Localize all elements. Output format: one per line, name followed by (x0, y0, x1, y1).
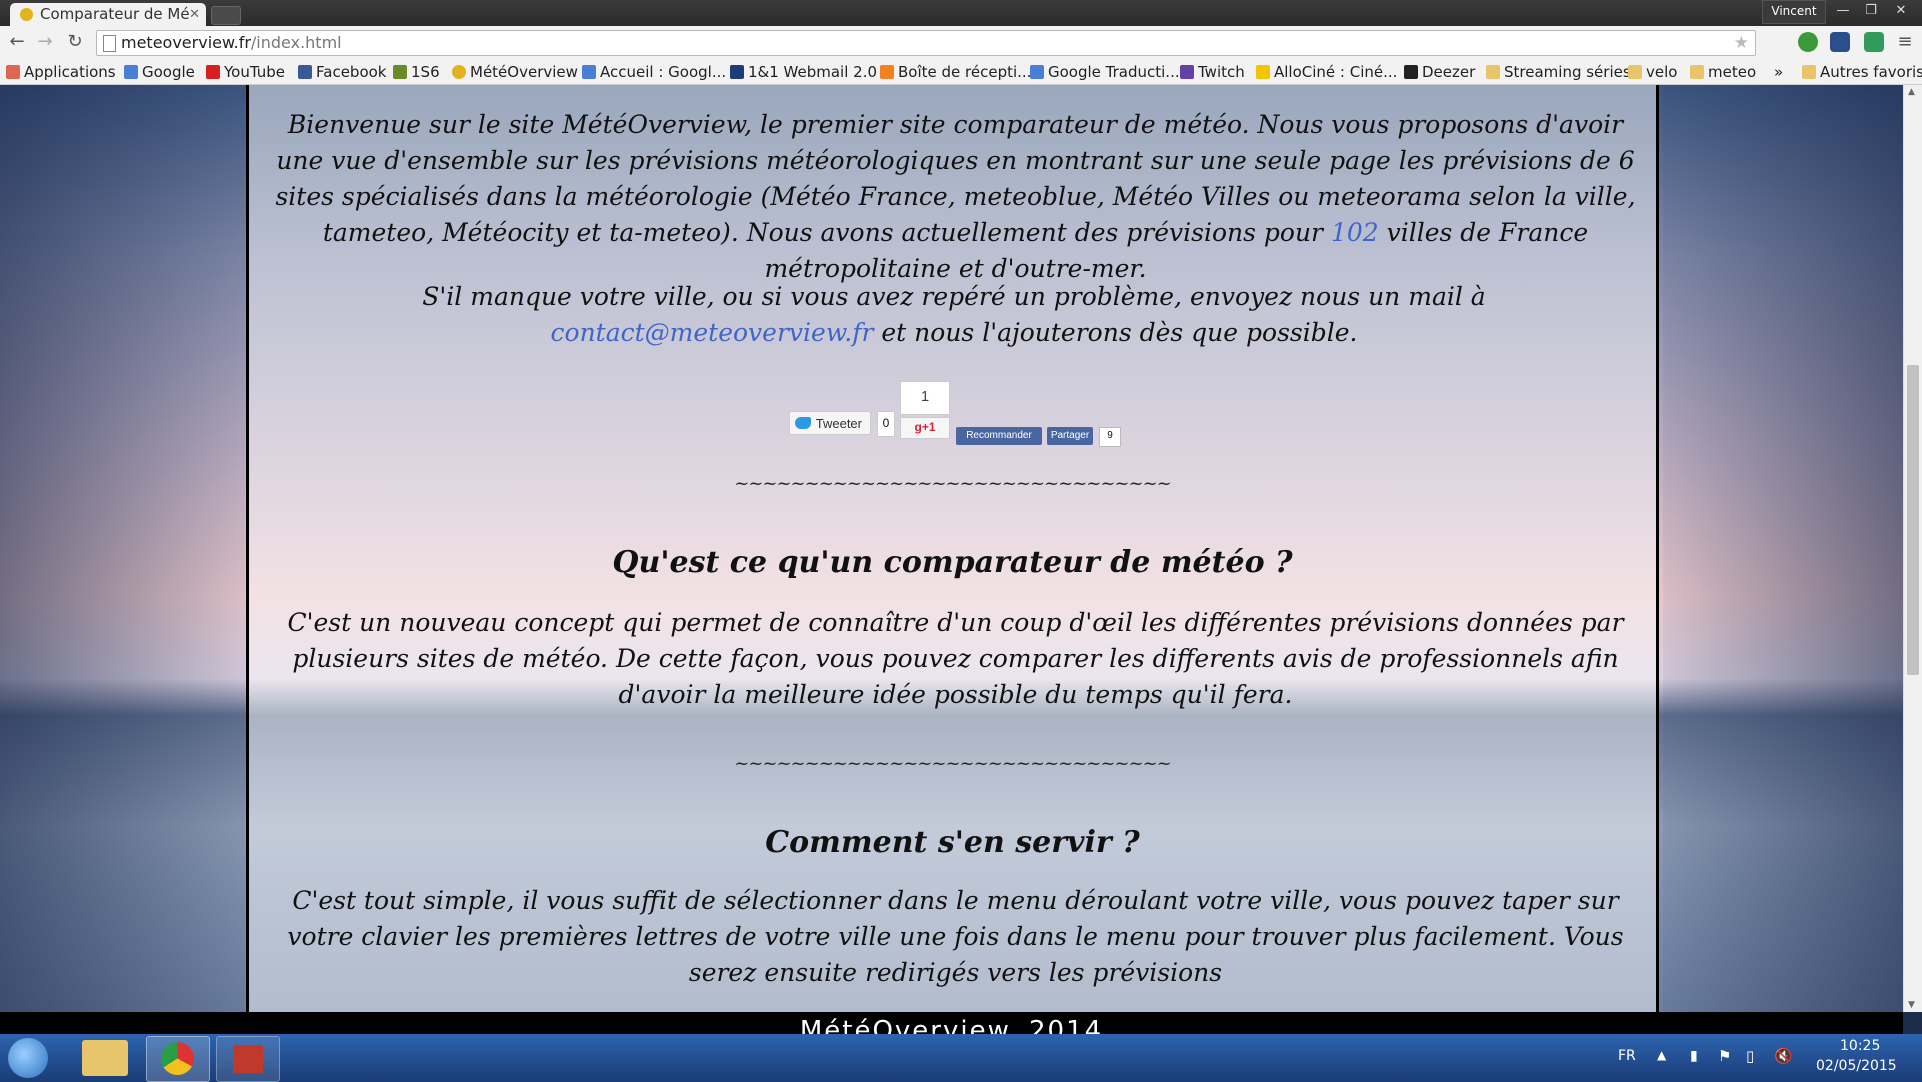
gplus-count: 1 (900, 381, 950, 415)
google-icon (124, 65, 138, 79)
bookmark-google-accueil[interactable]: Accueil : Googl... (582, 62, 726, 82)
network-icon[interactable]: ▮ (1690, 1048, 1698, 1064)
sun-icon (452, 65, 466, 79)
tweet-count: 0 (877, 411, 895, 437)
url-domain: meteoverview.fr (121, 33, 251, 52)
show-hidden-icons-icon[interactable]: ▲ (1657, 1048, 1666, 1062)
city-count-link[interactable]: 102 (1331, 218, 1379, 247)
vertical-scrollbar[interactable]: ▲ ▼ (1903, 85, 1922, 1012)
back-arrow-icon[interactable]: ← (6, 31, 28, 53)
browser-tab[interactable]: Comparateur de Mé ✕ (10, 3, 206, 26)
tab-title: Comparateur de Mé (40, 5, 190, 23)
battery-icon[interactable]: ▯ (1746, 1047, 1754, 1065)
folder-icon (1486, 65, 1500, 79)
bookmark-google[interactable]: Google (124, 62, 195, 82)
bookmark-meteoverview[interactable]: MétéOverview (452, 62, 578, 82)
bookmark-1s6[interactable]: 1S6 (393, 62, 440, 82)
intro-paragraph: Bienvenue sur le site MétéOverview, le p… (275, 110, 1636, 283)
contact-email-link[interactable]: contact@meteoverview.fr (551, 318, 874, 347)
bookmark-star-icon[interactable]: ★ (1734, 31, 1749, 55)
reload-icon[interactable]: ↻ (64, 31, 86, 53)
taskbar-chrome-icon[interactable] (146, 1036, 210, 1082)
language-indicator[interactable]: FR (1618, 1048, 1636, 1064)
youtube-icon (206, 65, 220, 79)
vertical-scroll-thumb[interactable] (1907, 365, 1919, 675)
chrome-menu-icon[interactable]: ≡ (1894, 31, 1916, 53)
allocine-icon (1256, 65, 1270, 79)
browser-titlebar: Comparateur de Mé ✕ Vincent — ❐ ✕ (0, 0, 1922, 26)
separator: ~~~~~~~~~~~~~~~~~~~~~~~~~~~~~~~ (734, 473, 1172, 494)
mail-icon (880, 65, 894, 79)
url-path: /index.html (250, 33, 342, 52)
bookmark-meteo-folder[interactable]: meteo (1690, 62, 1756, 82)
contact-paragraph: S'il manque votre ville, ou si vous avez… (422, 282, 1486, 347)
extension-dark-icon[interactable] (1830, 32, 1850, 52)
forward-arrow-icon[interactable]: → (34, 31, 56, 53)
apps-grid-icon (6, 65, 20, 79)
bookmark-boite-reception[interactable]: Boîte de récepti... (880, 62, 1031, 82)
facebook-count: 9 (1099, 427, 1121, 447)
section-text-comparateur: C'est un nouveau concept qui permet de c… (287, 608, 1624, 709)
scroll-up-icon[interactable]: ▲ (1908, 87, 1915, 97)
webmail-icon (730, 65, 744, 79)
action-center-flag-icon[interactable]: ⚑ (1718, 1047, 1731, 1065)
tweet-button[interactable]: Tweeter (789, 411, 871, 435)
main-content: Bienvenue sur le site MétéOverview, le p… (246, 85, 1659, 1012)
bookmark-deezer[interactable]: Deezer (1404, 62, 1475, 82)
scroll-down-icon[interactable]: ▼ (1908, 1000, 1915, 1010)
maximize-icon[interactable]: ❐ (1858, 2, 1884, 20)
deezer-icon (1404, 65, 1418, 79)
section-text-utilisation: C'est tout simple, il vous suffit de sél… (287, 886, 1624, 987)
volume-muted-icon[interactable]: 🔇 (1774, 1047, 1793, 1065)
bookmark-twitch[interactable]: Twitch (1180, 62, 1245, 82)
facebook-icon (298, 65, 312, 79)
taskbar-app-icon[interactable] (216, 1036, 280, 1082)
more-bookmarks-chevron[interactable]: » (1774, 62, 1783, 82)
windows-taskbar: FR ▲ ▮ ⚑ ▯ 🔇 10:25 02/05/2015 (0, 1034, 1922, 1082)
start-button[interactable] (8, 1038, 48, 1078)
twitch-icon (1180, 65, 1194, 79)
minimize-icon[interactable]: — (1830, 2, 1856, 20)
tab-close-icon[interactable]: ✕ (189, 3, 200, 26)
bookmark-velo-folder[interactable]: velo (1628, 62, 1677, 82)
google-icon (582, 65, 596, 79)
background-sky-right (1663, 85, 1903, 1012)
bookmark-facebook[interactable]: Facebook (298, 62, 386, 82)
clock-time[interactable]: 10:25 (1840, 1038, 1880, 1054)
new-tab-button[interactable] (211, 6, 241, 25)
user-profile-button[interactable]: Vincent (1762, 0, 1826, 24)
folder-icon (1628, 65, 1642, 79)
clock-date[interactable]: 02/05/2015 (1816, 1058, 1897, 1074)
bookmark-applications[interactable]: Applications (6, 62, 116, 82)
folder-icon (1802, 65, 1816, 79)
extension-chart-icon[interactable] (1864, 32, 1884, 52)
background-sky-left (0, 85, 245, 1012)
bookmark-streaming-folder[interactable]: Streaming séries (1486, 62, 1631, 82)
leaf-icon (393, 65, 407, 79)
section-title-utilisation: Comment s'en servir ? (765, 825, 1140, 860)
gplus-button[interactable]: g+1 (900, 417, 950, 439)
address-bar[interactable]: meteoverview.fr/index.html ★ (96, 30, 1756, 56)
separator: ~~~~~~~~~~~~~~~~~~~~~~~~~~~~~~~ (734, 753, 1172, 774)
translate-icon (1030, 65, 1044, 79)
facebook-share-button[interactable]: Partager (1047, 427, 1093, 445)
page-icon (103, 35, 116, 52)
window-close-icon[interactable]: ✕ (1886, 2, 1916, 20)
taskbar-explorer-icon[interactable] (82, 1040, 128, 1076)
section-title-comparateur: Qu'est ce qu'un comparateur de météo ? (612, 545, 1293, 580)
site-favicon-icon (20, 8, 33, 21)
bookmarks-bar: Applications Google YouTube Facebook 1S6… (0, 60, 1922, 85)
bookmark-allocine[interactable]: AlloCiné : Ciné... (1256, 62, 1397, 82)
twitter-bird-icon (795, 417, 811, 429)
bookmark-webmail[interactable]: 1&1 Webmail 2.0 (730, 62, 877, 82)
folder-icon (1690, 65, 1704, 79)
browser-toolbar: ← → ↻ meteoverview.fr/index.html ★ ≡ (0, 26, 1922, 60)
page-viewport: Bienvenue sur le site MétéOverview, le p… (0, 85, 1903, 1012)
extension-green-icon[interactable] (1798, 32, 1818, 52)
bookmark-youtube[interactable]: YouTube (206, 62, 285, 82)
bookmark-google-traduction[interactable]: Google Traducti... (1030, 62, 1180, 82)
other-bookmarks-folder[interactable]: Autres favoris (1802, 62, 1922, 82)
facebook-recommend-button[interactable]: Recommander (956, 427, 1042, 445)
